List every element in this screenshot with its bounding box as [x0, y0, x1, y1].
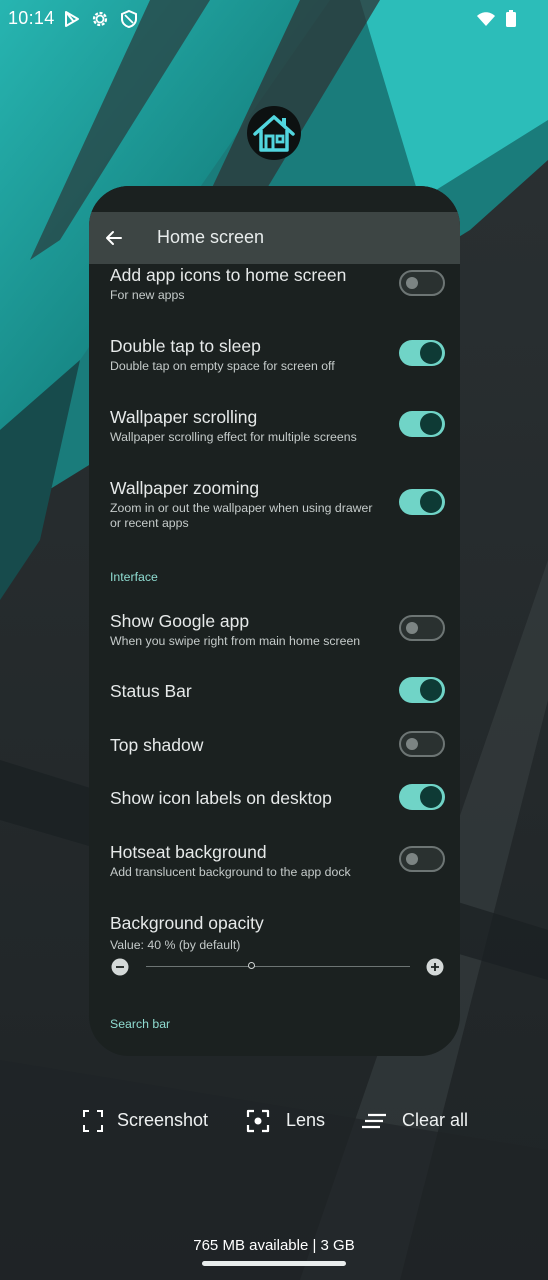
setting-wallpaper-zooming[interactable]: Wallpaper zooming Zoom in or out the wal…	[89, 477, 460, 557]
play-store-icon	[65, 11, 79, 27]
setting-subtitle: For new apps	[110, 288, 185, 302]
setting-title: Wallpaper scrolling	[110, 407, 258, 427]
setting-title: Hotseat background	[110, 842, 267, 862]
setting-show-google-app[interactable]: Show Google app When you swipe right fro…	[89, 610, 460, 670]
setting-title: Status Bar	[110, 681, 192, 701]
screenshot-label: Screenshot	[117, 1110, 209, 1130]
section-header-interface: Interface	[110, 570, 158, 584]
clear-all-icon	[362, 1113, 386, 1129]
screenshot-icon	[83, 1110, 103, 1132]
setting-subtitle: When you swipe right from main home scre…	[110, 634, 361, 648]
setting-title: Wallpaper zooming	[110, 478, 260, 498]
setting-title: Show Google app	[110, 611, 250, 631]
clear-all-button[interactable]: Clear all	[362, 1108, 472, 1134]
show-icon-labels-toggle[interactable]	[399, 784, 445, 810]
lens-label: Lens	[286, 1110, 326, 1130]
wifi-icon	[477, 12, 495, 26]
setting-title: Double tap to sleep	[110, 336, 261, 356]
page-title: Home screen	[157, 227, 265, 247]
setting-add-app-icons[interactable]: Add app icons to home screen For new app…	[89, 264, 460, 324]
setting-subtitle: Add translucent background to the app do…	[110, 865, 351, 879]
setting-title: Add app icons to home screen	[110, 265, 347, 285]
status-bar-toggle[interactable]	[399, 677, 445, 703]
battery-icon	[506, 10, 516, 27]
plus-circle-icon[interactable]	[426, 958, 444, 976]
setting-wallpaper-scrolling[interactable]: Wallpaper scrolling Wallpaper scrolling …	[89, 406, 460, 466]
section-header-search-bar: Search bar	[110, 1017, 171, 1031]
top-shadow-toggle[interactable]	[399, 731, 445, 757]
gesture-navigation-bar[interactable]	[202, 1261, 346, 1266]
status-bar: 10:14	[0, 0, 548, 38]
shield-icon	[121, 9, 137, 29]
hotseat-background-toggle[interactable]	[399, 846, 445, 872]
setting-title: Show icon labels on desktop	[110, 788, 332, 808]
setting-title: Background opacity	[110, 913, 264, 933]
clear-all-label: Clear all	[402, 1110, 469, 1130]
setting-status-bar[interactable]: Status Bar	[89, 677, 460, 720]
setting-hotseat-background[interactable]: Hotseat background Add translucent backg…	[89, 841, 460, 901]
setting-subtitle: Zoom in or out the wallpaper when using …	[110, 501, 373, 530]
status-time: 10:14	[8, 8, 55, 28]
minus-circle-icon[interactable]	[111, 958, 129, 976]
wallpaper-scrolling-toggle[interactable]	[399, 411, 445, 437]
lens-icon	[246, 1109, 270, 1133]
app-icon[interactable]	[247, 106, 301, 160]
setting-show-icon-labels[interactable]: Show icon labels on desktop	[89, 784, 460, 827]
show-google-app-toggle[interactable]	[399, 615, 445, 641]
app-bar: Home screen	[89, 212, 460, 264]
settings-gear-icon	[92, 11, 108, 27]
setting-title: Top shadow	[110, 735, 204, 755]
double-tap-sleep-toggle[interactable]	[399, 340, 445, 366]
setting-subtitle: Double tap on empty space for screen off	[110, 359, 335, 373]
setting-top-shadow[interactable]: Top shadow	[89, 731, 460, 774]
arrow-left-icon[interactable]	[103, 227, 125, 249]
lens-button[interactable]: Lens	[246, 1108, 331, 1134]
add-app-icons-toggle[interactable]	[399, 270, 445, 296]
setting-background-opacity: Background opacity Value: 40 % (by defau…	[89, 912, 460, 982]
opacity-slider-thumb[interactable]	[247, 962, 255, 969]
setting-subtitle: Wallpaper scrolling effect for multiple …	[110, 430, 357, 444]
setting-subtitle: Value: 40 % (by default)	[110, 938, 241, 952]
card-top	[89, 186, 460, 212]
screenshot-button[interactable]: Screenshot	[82, 1108, 217, 1134]
memory-status: 765 MB available | 3 GB	[193, 1237, 355, 1254]
home-icon	[253, 115, 295, 152]
setting-double-tap-sleep[interactable]: Double tap to sleep Double tap on empty …	[89, 335, 460, 395]
opacity-slider-track[interactable]	[146, 966, 410, 967]
recent-app-card[interactable]: Home screen Add app icons to home screen…	[89, 186, 460, 1056]
wallpaper-zooming-toggle[interactable]	[399, 489, 445, 515]
